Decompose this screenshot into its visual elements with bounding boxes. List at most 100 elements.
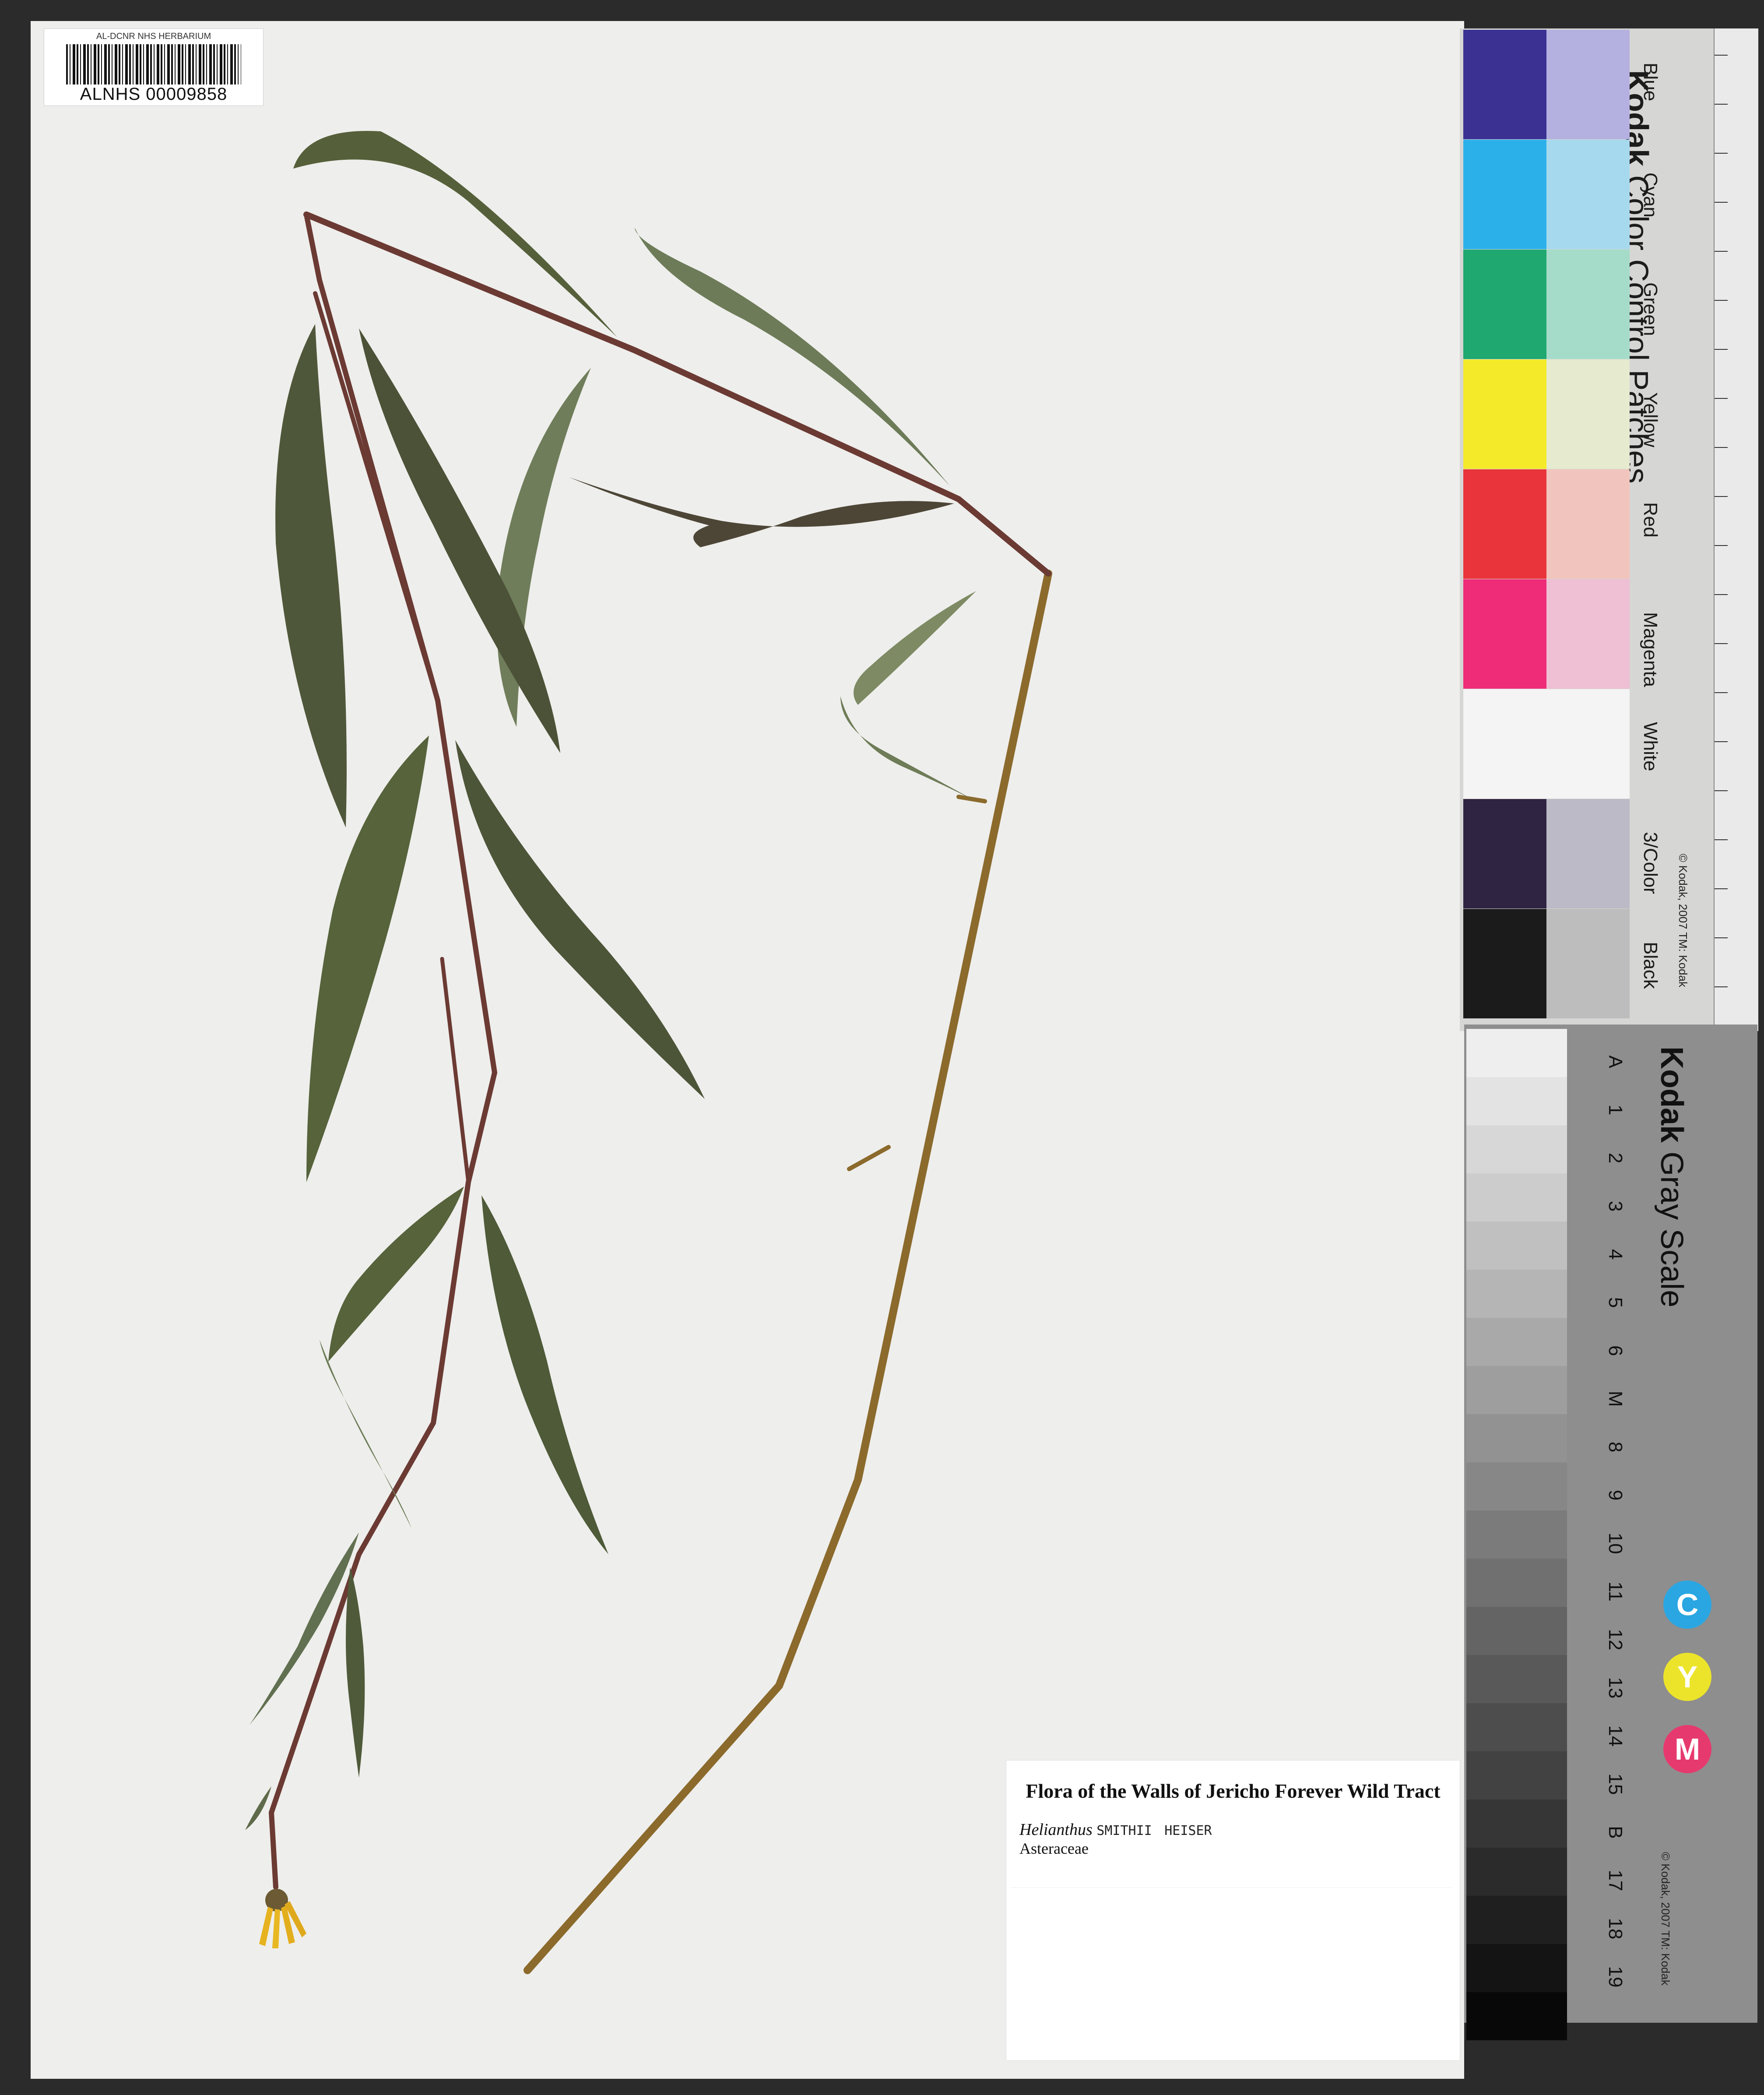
leaf (497, 368, 591, 727)
gray-step-label: 10 (1605, 1532, 1626, 1554)
author: HEISER (1164, 1823, 1212, 1838)
cym-dot: M (1663, 1725, 1711, 1773)
gray-step (1466, 1992, 1567, 2040)
gray-step-label: 19 (1605, 1966, 1626, 1988)
ruler-tick (1715, 398, 1728, 399)
gray-step-label: 12 (1605, 1629, 1626, 1651)
gray-step (1466, 1173, 1567, 1222)
gray-step (1466, 1751, 1567, 1799)
specimen-label: Flora of the Walls of Jericho Forever Wi… (1006, 1760, 1460, 2061)
color-patch (1463, 30, 1546, 139)
patch-name: 3/Color (1640, 832, 1661, 894)
color-patch (1463, 359, 1546, 469)
gray-step (1466, 1607, 1567, 1655)
gray-step-label: 1 (1605, 1104, 1626, 1116)
ruler-tick (1715, 202, 1728, 203)
patch-name: White (1640, 722, 1661, 771)
color-patch (1463, 469, 1546, 579)
leaf (275, 324, 347, 827)
gray-step (1466, 1462, 1567, 1511)
ruler-tick (1715, 839, 1728, 840)
ruler-tick (1715, 447, 1728, 448)
gray-step (1466, 1655, 1567, 1703)
ruler-tick (1715, 643, 1728, 644)
ruler-tick (1715, 349, 1728, 350)
color-patch-tint (1546, 689, 1630, 799)
stems (268, 211, 1052, 1974)
ruler-tick (1715, 496, 1728, 497)
patch-name: Black (1640, 942, 1661, 989)
gray-step-label: B (1605, 1826, 1626, 1839)
gray-step-label: 18 (1605, 1918, 1626, 1940)
gray-step (1466, 1848, 1567, 1896)
color-patch-tint (1546, 579, 1630, 689)
gray-step-label: 8 (1605, 1441, 1626, 1453)
ruler-tick (1715, 692, 1728, 693)
ruler-tick (1715, 55, 1728, 56)
gray-step (1466, 1896, 1567, 1944)
gray-step-label: 11 (1605, 1581, 1626, 1602)
color-patch (1463, 250, 1546, 359)
ruler-tick (1715, 251, 1728, 252)
gray-step (1466, 1366, 1567, 1414)
gray-step-label: 17 (1605, 1870, 1626, 1891)
gray-step (1466, 1077, 1567, 1125)
color-patch-tint (1546, 469, 1630, 579)
color-patch (1463, 799, 1546, 908)
gray-step-label: M (1605, 1391, 1626, 1407)
gray-step-label: 9 (1605, 1489, 1626, 1501)
cym-dot: C (1663, 1581, 1711, 1629)
leaf (293, 131, 617, 337)
leaves (245, 131, 976, 1830)
gray-step (1466, 1414, 1567, 1462)
gray-step-label: 3 (1605, 1201, 1626, 1212)
leaf (635, 228, 950, 486)
leaf (249, 1532, 359, 1725)
scientific-name: Helianthus SMITHII HEISER (1019, 1820, 1460, 1839)
gray-step-label: 15 (1605, 1773, 1626, 1795)
epithet: SMITHII (1096, 1823, 1152, 1838)
gray-step-label: 13 (1605, 1677, 1626, 1699)
gray-step-label: 2 (1605, 1152, 1626, 1164)
color-patch-tint (1546, 799, 1630, 908)
label-title: Flora of the Walls of Jericho Forever Wi… (1026, 1780, 1441, 1802)
gray-scale-title: Kodak Gray Scale (1654, 1046, 1689, 1308)
color-patch (1463, 579, 1546, 689)
gray-step (1466, 1318, 1567, 1366)
gray-step (1466, 1270, 1567, 1318)
genus: Helianthus (1019, 1820, 1093, 1839)
patch-name: Green (1640, 282, 1661, 336)
ray-floret (259, 1907, 273, 1946)
gray-step (1466, 1799, 1567, 1848)
color-patch-tint (1546, 30, 1630, 139)
leaf (854, 591, 976, 705)
gray-step (1466, 1703, 1567, 1751)
leaf (346, 1567, 365, 1778)
color-patch-tint (1546, 359, 1630, 469)
gray-step-label: A (1605, 1055, 1626, 1068)
ruler-tick (1715, 545, 1728, 546)
leaf (306, 736, 429, 1182)
cm-ruler (1714, 28, 1758, 1031)
leaf (840, 696, 976, 801)
ruler-tick (1715, 104, 1728, 105)
ray-floret (272, 1909, 280, 1948)
leaf (245, 1786, 271, 1830)
ruler-tick (1715, 594, 1728, 595)
leaf (481, 1195, 608, 1554)
leaf (569, 477, 954, 547)
patch-name: Magenta (1640, 612, 1661, 687)
gray-step-label: 4 (1605, 1249, 1626, 1260)
ruler-tick (1715, 888, 1728, 889)
color-patch (1463, 909, 1546, 1018)
gray-step (1466, 1222, 1567, 1270)
gray-step (1466, 1125, 1567, 1173)
gray-step-label: 14 (1605, 1725, 1626, 1747)
ruler-tick (1715, 153, 1728, 154)
gray-scale-copyright: © Kodak, 2007 TM: Kodak (1659, 1852, 1672, 1986)
ruler-tick (1715, 741, 1728, 742)
gray-step (1466, 1944, 1567, 1992)
ruler-tick (1715, 986, 1728, 987)
ruler-tick (1715, 937, 1728, 938)
patch-name: Cyan (1640, 173, 1661, 218)
